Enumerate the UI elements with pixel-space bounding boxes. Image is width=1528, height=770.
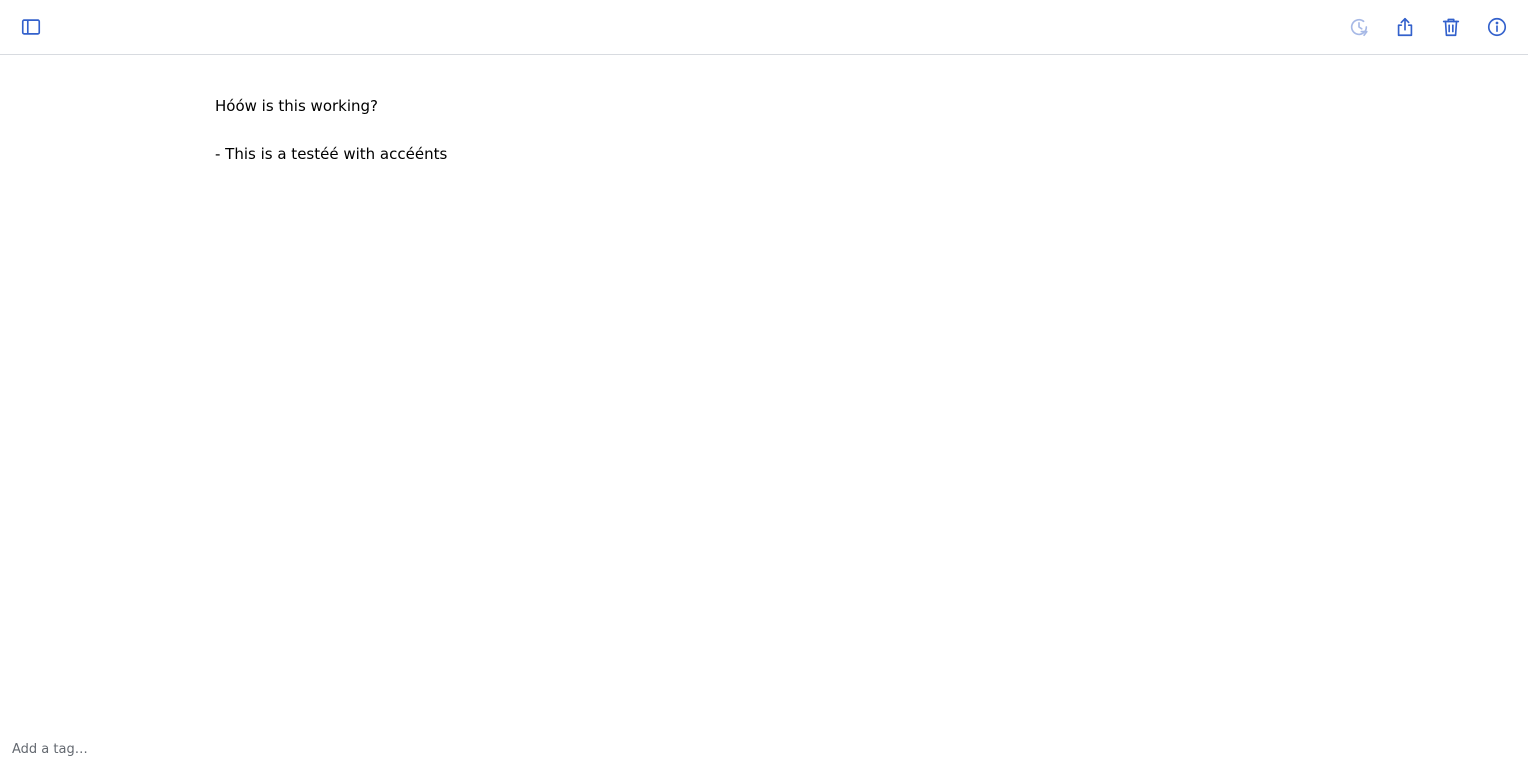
history-icon <box>1348 16 1370 38</box>
note-content-editor[interactable]: Hóów is this working? - This is a testéé… <box>215 94 1315 166</box>
info-button[interactable] <box>1484 14 1510 40</box>
note-line <box>215 118 1315 142</box>
history-button[interactable] <box>1346 14 1372 40</box>
trash-button[interactable] <box>1438 14 1464 40</box>
toggle-sidebar-button[interactable] <box>18 14 44 40</box>
share-icon <box>1394 16 1416 38</box>
info-icon <box>1486 16 1508 38</box>
add-tag-input[interactable] <box>12 738 412 760</box>
sidebar-toggle-icon <box>20 16 42 38</box>
note-toolbar <box>0 0 1528 55</box>
share-button[interactable] <box>1392 14 1418 40</box>
trash-icon <box>1440 16 1462 38</box>
note-editor-app: Hóów is this working? - This is a testéé… <box>0 0 1528 770</box>
note-line: - This is a testéé with accéénts <box>215 145 448 163</box>
note-line: Hóów is this working? <box>215 97 379 115</box>
